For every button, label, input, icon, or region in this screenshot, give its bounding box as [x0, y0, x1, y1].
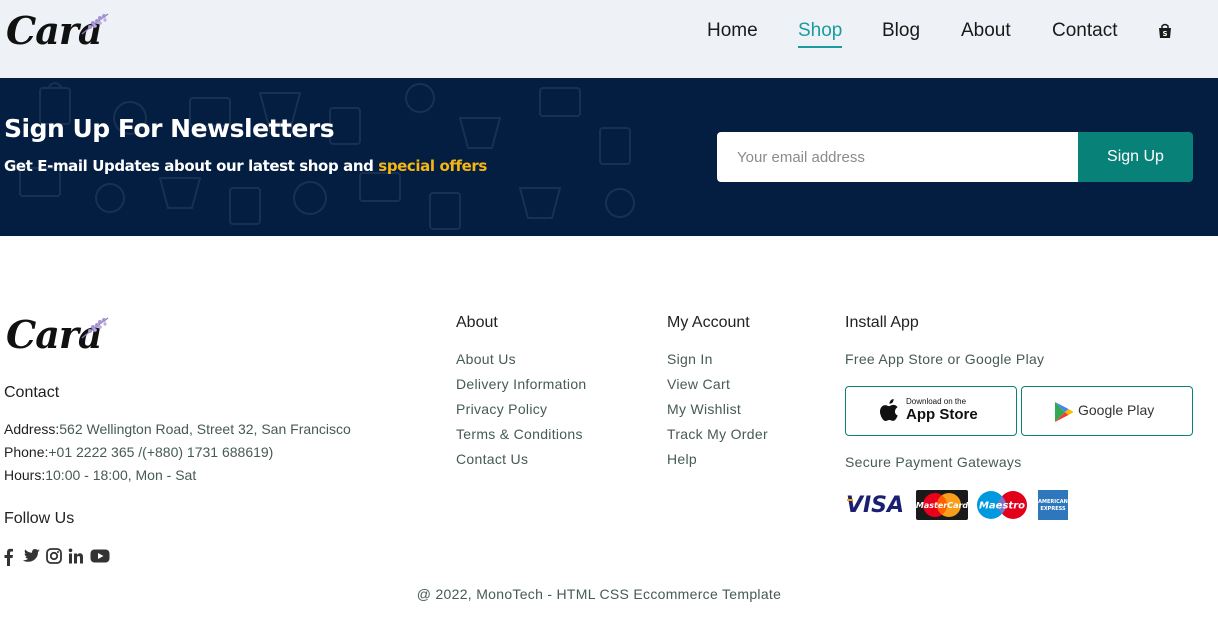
app-store-small-label: Download on the: [906, 397, 967, 406]
apple-icon: [879, 399, 898, 421]
newsletter-subtitle: Get E-mail Updates about our latest shop…: [4, 157, 487, 175]
delivery-information-link[interactable]: Delivery Information: [456, 376, 587, 392]
main-nav: Home Shop Blog About Contact: [0, 20, 1218, 50]
nav-contact[interactable]: Contact: [1052, 20, 1117, 42]
hours-line: Hours:10:00 - 18:00, Mon - Sat: [4, 467, 197, 483]
sign-in-link[interactable]: Sign In: [667, 351, 713, 367]
contact-heading: Contact: [4, 384, 60, 401]
newsletter-section: Sign Up For Newsletters Get E-mail Updat…: [0, 78, 1218, 236]
sign-up-button[interactable]: Sign Up: [1078, 132, 1193, 182]
american-express-logo: AMERICAN EXPRESS AMERICAN EXPRESS: [1038, 490, 1068, 520]
maestro-text: Maestro: [979, 501, 1025, 512]
nav-home[interactable]: Home: [707, 20, 758, 42]
install-app-heading: Install App: [845, 314, 919, 331]
install-app-subtitle: Free App Store or Google Play: [845, 351, 1045, 367]
google-play-label: Google Play: [1078, 402, 1155, 418]
phone-line: Phone:+01 2222 365 /(+880) 1731 688619): [4, 444, 274, 460]
view-cart-link[interactable]: View Cart: [667, 376, 730, 392]
instagram-icon[interactable]: [46, 548, 62, 566]
payment-heading: Secure Payment Gateways: [845, 454, 1022, 470]
about-heading: About: [456, 314, 498, 331]
maestro-logo: Maestro: [976, 490, 1028, 520]
svg-text:AMERICAN: AMERICAN: [1038, 499, 1068, 505]
visa-text: VISA: [846, 493, 904, 518]
help-link[interactable]: Help: [667, 451, 697, 467]
youtube-icon[interactable]: [90, 548, 110, 566]
footer-logo[interactable]: Cara: [6, 312, 109, 357]
special-offers-highlight: special offers: [378, 157, 487, 175]
lavender-sprig-icon: [81, 317, 109, 339]
newsletter-title: Sign Up For Newsletters: [4, 114, 335, 143]
track-my-order-link[interactable]: Track My Order: [667, 426, 768, 442]
contact-us-link[interactable]: Contact Us: [456, 451, 528, 467]
app-store-button[interactable]: Download on the App Store: [845, 386, 1017, 436]
mastercard-text: MasterCard: [916, 501, 968, 510]
site-header: Cara Home Shop Blog About Contact S: [0, 0, 1218, 78]
my-wishlist-link[interactable]: My Wishlist: [667, 401, 741, 417]
twitter-icon[interactable]: [22, 548, 40, 566]
privacy-policy-link[interactable]: Privacy Policy: [456, 401, 547, 417]
mastercard-logo: MasterCard: [916, 490, 968, 520]
about-us-link[interactable]: About Us: [456, 351, 516, 367]
svg-text:EXPRESS: EXPRESS: [1040, 506, 1066, 512]
nav-shop[interactable]: Shop: [798, 20, 843, 48]
visa-logo: VISA: [845, 490, 905, 520]
shopping-bag-icon[interactable]: S: [1158, 23, 1172, 39]
linkedin-icon[interactable]: [68, 548, 84, 566]
email-input[interactable]: [717, 132, 1079, 182]
svg-text:S: S: [1162, 30, 1167, 38]
app-store-label: App Store: [906, 406, 978, 423]
my-account-heading: My Account: [667, 314, 750, 331]
google-play-button[interactable]: Google Play: [1021, 386, 1193, 436]
address-line: Address:562 Wellington Road, Street 32, …: [4, 421, 351, 437]
nav-about[interactable]: About: [961, 20, 1011, 42]
facebook-icon[interactable]: [4, 548, 13, 566]
follow-us-heading: Follow Us: [4, 510, 75, 527]
terms-conditions-link[interactable]: Terms & Conditions: [456, 426, 583, 442]
google-play-icon: [1055, 402, 1074, 422]
copyright-text: @ 2022, MonoTech - HTML CSS Eccommerce T…: [416, 586, 782, 602]
nav-blog[interactable]: Blog: [882, 20, 920, 42]
